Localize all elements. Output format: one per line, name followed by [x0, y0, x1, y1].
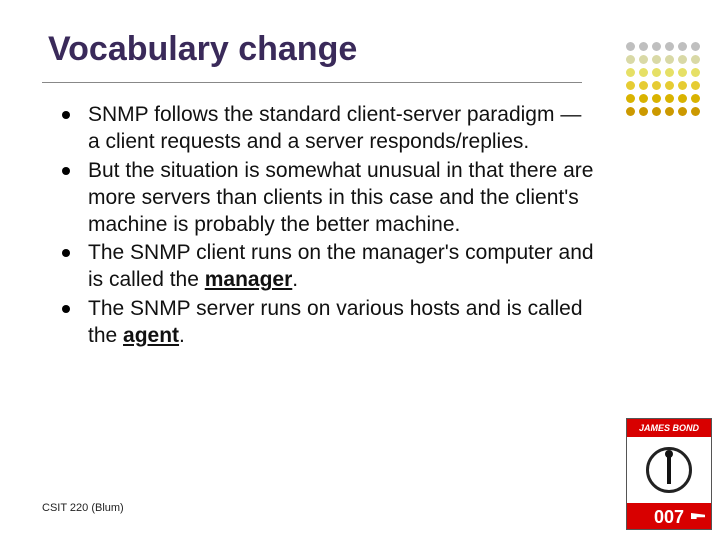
gun-icon — [691, 513, 705, 519]
bullet-text: SNMP follows the standard client-server … — [88, 103, 581, 153]
footer-text: CSIT 220 (Blum) — [42, 502, 124, 514]
decorative-dot-grid — [626, 42, 702, 118]
keyword: agent — [123, 324, 179, 347]
list-item: The SNMP server runs on various hosts an… — [58, 296, 598, 350]
bullet-list: SNMP follows the standard client-server … — [58, 102, 598, 352]
poster-logo-text: 007 — [654, 507, 684, 527]
bullet-text: . — [292, 268, 298, 291]
slide-title: Vocabulary change — [48, 30, 357, 69]
gun-barrel-icon — [646, 447, 692, 493]
poster-title: JAMES BOND — [627, 419, 711, 437]
silhouette-icon — [667, 456, 671, 484]
keyword: manager — [205, 268, 293, 291]
poster-art — [627, 437, 711, 503]
bullet-text: . — [179, 324, 185, 347]
poster-logo: 007 — [627, 503, 711, 530]
list-item: SNMP follows the standard client-server … — [58, 102, 598, 156]
james-bond-poster: JAMES BOND 007 — [626, 418, 712, 530]
list-item: But the situation is somewhat unusual in… — [58, 158, 598, 239]
bullet-text: But the situation is somewhat unusual in… — [88, 159, 593, 236]
title-underline — [42, 82, 582, 83]
list-item: The SNMP client runs on the manager's co… — [58, 240, 598, 294]
bullet-text: The SNMP client runs on the manager's co… — [88, 241, 594, 291]
